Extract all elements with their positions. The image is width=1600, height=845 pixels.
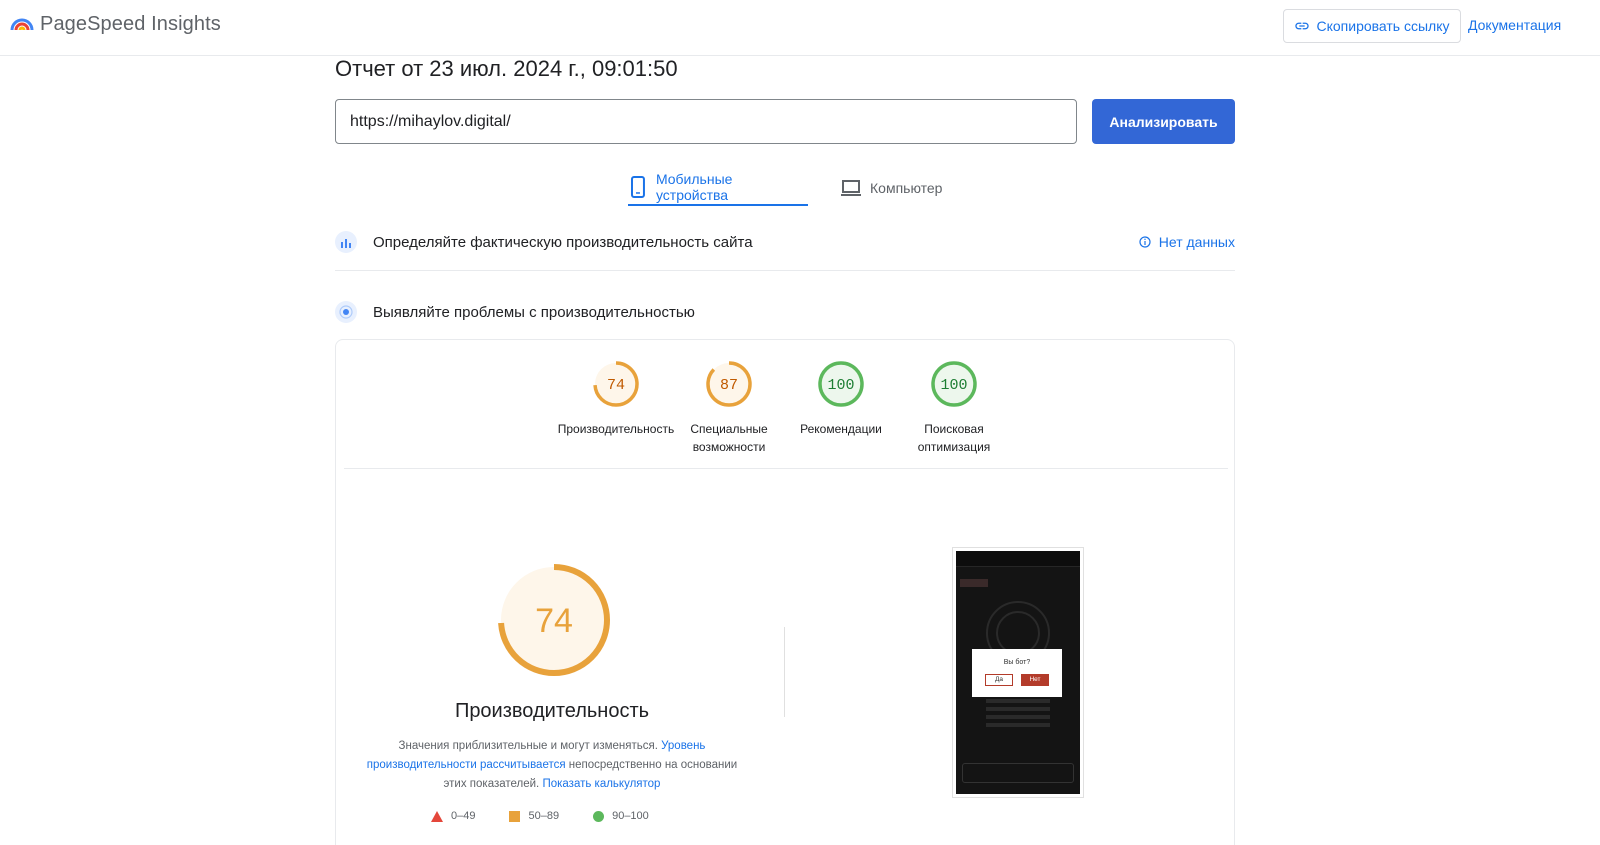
card-divider: [344, 468, 1228, 469]
smartphone-icon: [630, 176, 645, 198]
performance-title: Производительность: [454, 700, 650, 722]
logo[interactable]: PageSpeed Insights: [10, 12, 221, 36]
gauge-label: Рекомендации: [800, 422, 882, 436]
field-data-label: Определяйте фактическую производительнос…: [373, 233, 753, 251]
url-input[interactable]: [335, 99, 1077, 144]
pagespeed-logo-icon: [10, 18, 34, 31]
triangle-icon: [431, 810, 443, 822]
gauge-label: Специальные возможности: [690, 422, 768, 454]
final-screenshot[interactable]: Вы бот? Да Нет: [952, 547, 1084, 798]
legend-good: 90–100: [593, 810, 649, 822]
diagnose-icon: [335, 301, 357, 323]
performance-gauge: 74: [498, 564, 610, 676]
gauge-ring: 74: [593, 361, 639, 407]
laptop-icon: [841, 180, 861, 196]
gauge-best-practices[interactable]: 100 Рекомендации: [781, 360, 901, 438]
copy-link-button[interactable]: Скопировать ссылку: [1283, 9, 1461, 43]
gauge-label: Производительность: [557, 422, 675, 436]
users-chart-icon: [335, 231, 357, 253]
screenshot-content: Вы бот? Да Нет: [956, 551, 1080, 794]
analyze-button[interactable]: Анализировать: [1092, 99, 1235, 144]
field-data-section[interactable]: Определяйте фактическую производительнос…: [335, 225, 1235, 259]
score-gauges: 74 Производительность 87 Специальные возм…: [336, 360, 1236, 470]
gauge-score: 100: [827, 377, 854, 394]
tab-desktop-label: Компьютер: [870, 180, 943, 196]
dialog-no-button: Нет: [1021, 674, 1049, 686]
square-icon: [509, 810, 521, 822]
screenshot-header: [956, 551, 1080, 567]
gauge-performance[interactable]: 74 Производительность: [556, 360, 676, 438]
gauge-ring: 100: [931, 361, 977, 407]
dialog-yes-button: Да: [985, 674, 1013, 686]
gauge-ring: 100: [818, 361, 864, 407]
performance-explanation: Значения приблизительные и могут изменят…: [366, 740, 738, 790]
gauge-score: 74: [607, 377, 625, 394]
screenshot-button: [962, 763, 1074, 783]
copy-link-label: Скопировать ссылку: [1316, 18, 1450, 34]
screenshot-logo: [960, 579, 988, 587]
no-data-link[interactable]: Нет данных: [1139, 234, 1235, 250]
no-data-label: Нет данных: [1158, 234, 1235, 250]
screenshot-text-lines: [986, 699, 1050, 731]
gauge-score: 100: [940, 377, 967, 394]
top-bar: PageSpeed Insights Скопировать ссылку До…: [0, 0, 1600, 56]
vertical-divider: [784, 627, 785, 717]
documentation-link[interactable]: Документация: [1468, 17, 1561, 33]
lab-data-label: Выявляйте проблемы с производительностью: [373, 303, 695, 321]
performance-score: 74: [535, 602, 573, 640]
legend-poor: 0–49: [431, 810, 475, 822]
show-calculator-link[interactable]: Показать калькулятор: [542, 778, 660, 790]
gauge-label: Поисковая оптимизация: [917, 422, 991, 454]
score-legend: 0–49 50–89 90–100: [431, 810, 649, 822]
bot-check-dialog: Вы бот? Да Нет: [972, 649, 1062, 697]
report-card: 74 Производительность 87 Специальные возм…: [335, 339, 1235, 845]
info-icon: [1139, 236, 1151, 248]
report-title: Отчет от 23 июл. 2024 г., 09:01:50: [335, 56, 678, 81]
dialog-question: Вы бот?: [1003, 659, 1031, 666]
tab-mobile-label: Мобильные устройства: [655, 171, 733, 203]
circle-icon: [593, 810, 605, 822]
gauge-accessibility[interactable]: 87 Специальные возможности: [669, 360, 789, 456]
link-icon: [1295, 22, 1310, 30]
legend-average: 50–89: [509, 810, 559, 822]
section-divider: [335, 270, 1235, 271]
tab-desktop[interactable]: Компьютер: [840, 170, 942, 206]
lab-data-section[interactable]: Выявляйте проблемы с производительностью: [335, 295, 1235, 329]
gauge-seo[interactable]: 100 Поисковая оптимизация: [894, 360, 1014, 456]
app-name: PageSpeed Insights: [40, 12, 221, 35]
tab-mobile[interactable]: Мобильные устройства: [628, 170, 808, 206]
gauge-score: 87: [720, 377, 738, 394]
gauge-ring: 87: [706, 361, 752, 407]
